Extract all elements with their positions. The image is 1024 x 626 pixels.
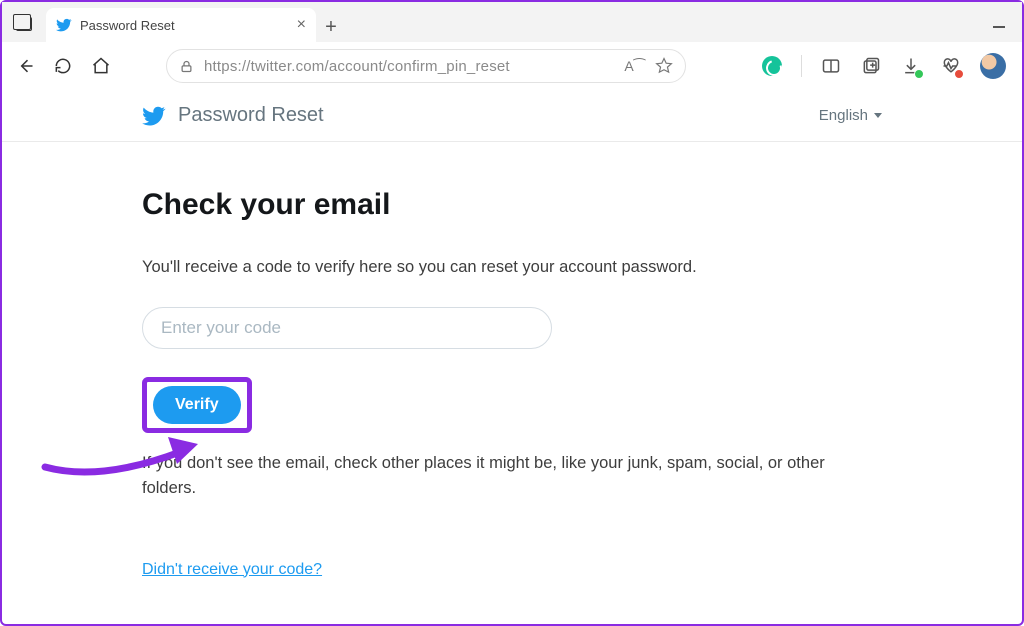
close-tab-icon[interactable]: × [297,17,306,33]
downloads-icon[interactable] [900,55,922,77]
annotation-highlight: Verify [142,377,252,433]
toolbar-right [761,53,1012,79]
tab-actions-icon[interactable] [6,6,42,42]
browser-tab[interactable]: Password Reset × [46,8,316,42]
new-tab-button[interactable]: + [316,12,346,42]
language-selector[interactable]: English [819,107,882,124]
url-text: https://twitter.com/account/confirm_pin_… [204,58,510,75]
help-text: If you don't see the email, check other … [142,451,882,501]
refresh-button[interactable] [50,53,76,79]
language-label: English [819,107,868,124]
heading: Check your email [142,188,882,222]
address-bar[interactable]: https://twitter.com/account/confirm_pin_… [166,49,686,83]
profile-avatar[interactable] [980,53,1006,79]
grammarly-icon[interactable] [761,55,783,77]
page-header: Password Reset English [2,90,1022,142]
window-minimize-button[interactable] [976,12,1022,42]
tab-title: Password Reset [80,18,289,33]
browser-toolbar: https://twitter.com/account/confirm_pin_… [2,42,1022,90]
read-aloud-icon[interactable]: A⁀ [624,58,645,75]
alert-badge [954,69,964,79]
resend-code-link[interactable]: Didn't receive your code? [142,561,322,579]
back-button[interactable] [12,53,38,79]
lock-icon [179,59,194,74]
chevron-down-icon [874,113,882,118]
heart-rate-icon[interactable] [940,55,962,77]
split-screen-icon[interactable] [820,55,842,77]
home-button[interactable] [88,53,114,79]
collections-icon[interactable] [860,55,882,77]
verify-button[interactable]: Verify [153,386,241,424]
download-complete-badge [914,69,924,79]
twitter-favicon-icon [56,17,72,33]
toolbar-divider [801,55,802,77]
twitter-logo-icon [142,104,166,128]
page-title: Password Reset [178,104,324,127]
page-content: Check your email You'll receive a code t… [2,142,1022,624]
browser-tab-strip: Password Reset × + [2,2,1022,42]
subtext: You'll receive a code to verify here so … [142,258,882,277]
code-input[interactable] [142,307,552,349]
favorite-icon[interactable] [655,57,673,75]
